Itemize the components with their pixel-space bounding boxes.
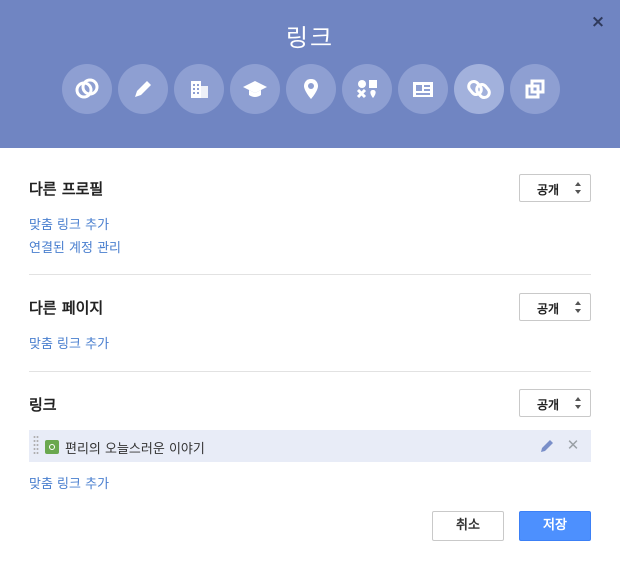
dialog-header: 링크 × [0,0,620,148]
category-people-button[interactable] [342,64,392,114]
remove-link-icon[interactable]: ✕ [565,436,581,454]
circles-icon [75,78,99,99]
section-divider [29,371,591,372]
category-icon-row [62,64,560,114]
other-profiles-visibility-select[interactable]: 공개 [519,174,591,202]
links-visibility-select[interactable]: 공개 [519,389,591,417]
updown-arrow-icon [575,182,581,194]
link-item-row[interactable]: 편리의 오늘스러운 이야기 ✕ [29,430,591,462]
category-other-button[interactable] [510,64,560,114]
updown-arrow-icon [575,397,581,409]
site-favicon-icon [45,440,59,454]
category-education-button[interactable] [230,64,280,114]
other-profiles-title: 다른 프로필 [29,180,104,198]
manage-connected-accounts-link[interactable]: 연결된 계정 관리 [29,237,121,256]
save-button[interactable]: 저장 [519,511,591,541]
category-places-button[interactable] [286,64,336,114]
section-divider [29,274,591,275]
add-custom-link-pages[interactable]: 맞춤 링크 추가 [29,333,109,352]
category-links-button[interactable] [454,64,504,114]
visibility-value: 공개 [537,183,560,197]
visibility-value: 공개 [537,302,560,316]
visibility-value: 공개 [537,398,560,412]
contact-card-icon [413,82,433,97]
close-icon[interactable]: × [588,12,608,32]
people-icon [356,80,377,99]
add-custom-link-profiles[interactable]: 맞춤 링크 추가 [29,214,109,233]
dialog-title: 링크 [285,24,335,52]
graduation-cap-icon [243,81,267,97]
pencil-icon [135,81,151,97]
edit-pencil-icon[interactable] [539,438,555,454]
add-custom-link-links[interactable]: 맞춤 링크 추가 [29,473,109,492]
drag-handle-icon[interactable] [33,435,39,457]
link-icon [467,79,491,100]
cancel-button[interactable]: 취소 [432,511,504,541]
squares-icon [525,79,545,99]
category-contact-button[interactable] [398,64,448,114]
link-item-text[interactable]: 편리의 오늘스러운 이야기 [65,438,205,457]
building-icon [191,81,208,98]
updown-arrow-icon [575,301,581,313]
links-title: 링크 [29,396,57,414]
category-work-button[interactable] [174,64,224,114]
category-circles-button[interactable] [62,64,112,114]
other-pages-title: 다른 페이지 [29,299,104,317]
other-pages-visibility-select[interactable]: 공개 [519,293,591,321]
category-about-button[interactable] [118,64,168,114]
location-pin-icon [304,79,318,99]
